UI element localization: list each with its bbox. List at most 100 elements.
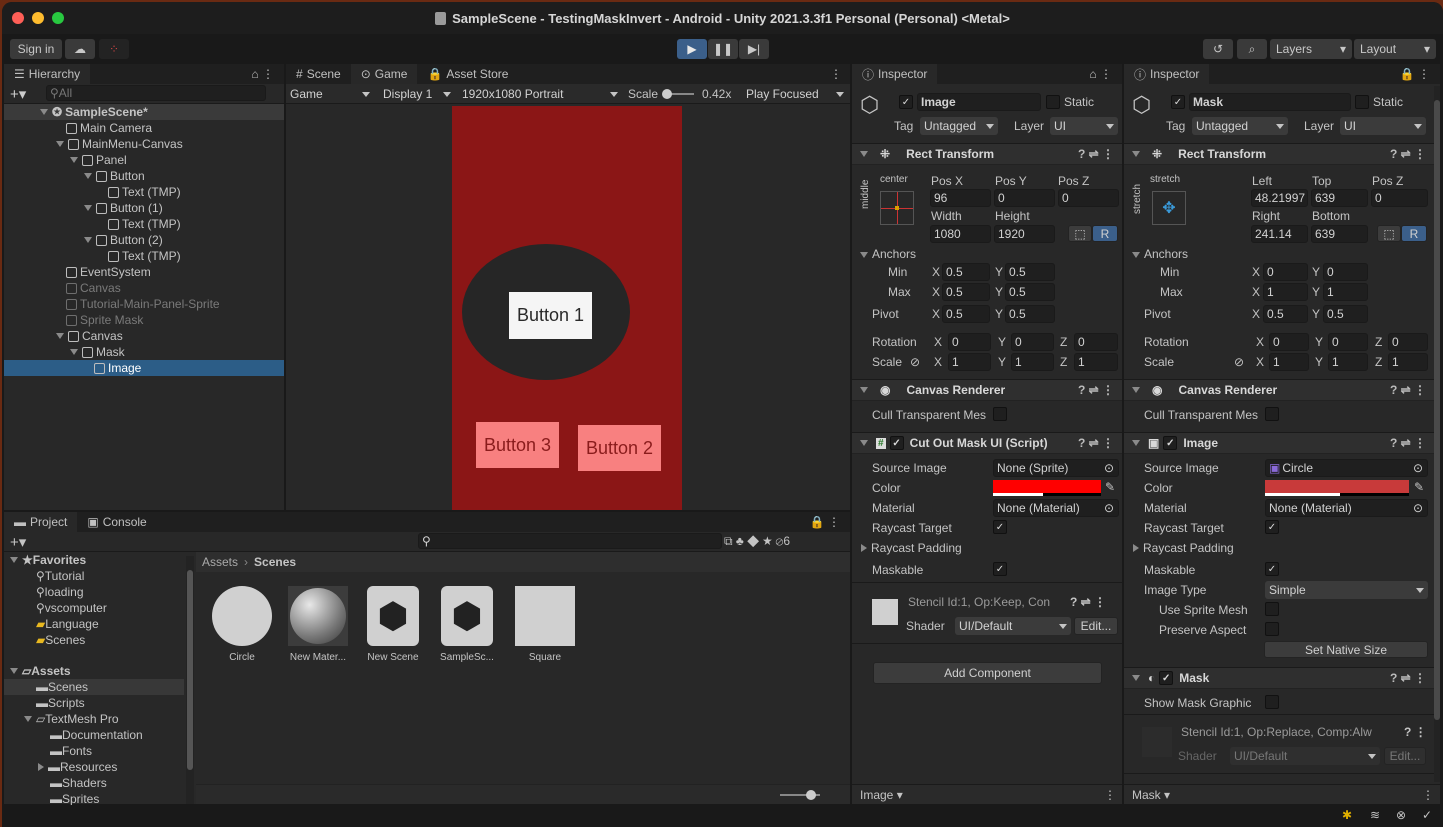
asset-circle[interactable]: Circle	[209, 586, 275, 663]
anchor-preset-button[interactable]	[880, 191, 914, 225]
play-mode-dropdown[interactable]: Play Focused	[742, 85, 848, 103]
scale-slider[interactable]	[662, 89, 694, 99]
hierarchy-search-input[interactable]: ⚲ All	[46, 85, 266, 101]
button-3[interactable]: Button 3	[476, 422, 559, 468]
lock-icon[interactable]: 🔒 ⋮	[810, 515, 840, 529]
assets-header[interactable]: ▱ Assets	[4, 663, 184, 679]
tree-item[interactable]: Text (TMP)	[4, 216, 284, 232]
more-icon[interactable]: ⋮	[1422, 788, 1434, 802]
component-enabled-checkbox[interactable]: ✓	[1163, 436, 1178, 450]
anchor-max-y-input[interactable]: 1	[1323, 283, 1368, 301]
eyedropper-icon[interactable]: ✎	[1414, 480, 1424, 494]
shader-dropdown[interactable]: UI/Default	[955, 617, 1071, 635]
tag-dropdown[interactable]: Untagged	[1192, 117, 1288, 135]
maskable-checkbox[interactable]: ✓	[993, 562, 1007, 576]
tree-item-disabled[interactable]: Tutorial-Main-Panel-Sprite	[4, 296, 284, 312]
scale-y-input[interactable]: 1	[1328, 353, 1368, 371]
image-component-header[interactable]: ▣ ✓ Image? ⇌ ⋮	[1124, 432, 1434, 454]
rotation-x-input[interactable]: 0	[1269, 333, 1309, 351]
folder-item[interactable]: ▬ Documentation	[4, 727, 184, 743]
raw-edit-button[interactable]: R	[1401, 225, 1427, 242]
rotation-x-input[interactable]: 0	[948, 333, 991, 351]
canvas-renderer-header[interactable]: ◉ Canvas Renderer? ⇌ ⋮	[852, 379, 1122, 401]
pivot-x-input[interactable]: 0.5	[942, 305, 990, 323]
history-icon[interactable]: ↺	[1203, 39, 1233, 59]
active-checkbox[interactable]: ✓	[1171, 95, 1185, 109]
tree-item[interactable]: MainMenu-Canvas	[4, 136, 284, 152]
folder-item[interactable]: ▬ Fonts	[4, 743, 184, 759]
folder-item[interactable]: ▬ Scripts	[4, 695, 184, 711]
pivot-x-input[interactable]: 0.5	[1263, 305, 1308, 323]
tab-game[interactable]: ⊙ Game	[350, 64, 418, 84]
tree-item-disabled[interactable]: Sprite Mask	[4, 312, 284, 328]
cloud-icon[interactable]: ☁	[65, 39, 95, 59]
left-input[interactable]: 48.21997	[1251, 189, 1308, 207]
constrain-proportions-icon[interactable]: ⊘	[910, 355, 920, 369]
inspector-scrollbar[interactable]	[1434, 86, 1440, 782]
top-input[interactable]: 639	[1311, 189, 1368, 207]
scale-x-input[interactable]: 1	[948, 353, 991, 371]
scale-x-input[interactable]: 1	[1269, 353, 1309, 371]
component-enabled-checkbox[interactable]: ✓	[889, 436, 904, 450]
tab-scene[interactable]: # Scene	[286, 64, 351, 84]
rotation-y-input[interactable]: 0	[1328, 333, 1368, 351]
debug-warning-icon[interactable]: ✱	[1342, 808, 1352, 822]
lock-icon[interactable]: ⌂ ⋮	[1089, 67, 1112, 81]
raycast-padding-foldout[interactable]: Raycast Padding	[1133, 541, 1234, 555]
cull-checkbox[interactable]	[993, 407, 1007, 421]
tab-asset-store[interactable]: 🔒 Asset Store	[417, 64, 518, 84]
favorite-item[interactable]: ⚲ Tutorial	[4, 568, 184, 584]
search-icon[interactable]: ⌕	[1237, 39, 1267, 59]
anchor-min-x-input[interactable]: 0	[1263, 263, 1308, 281]
asset-material[interactable]: New Mater...	[285, 586, 351, 663]
anchor-preset-button[interactable]: ✥	[1152, 191, 1186, 225]
shader-dropdown[interactable]: UI/Default	[1230, 747, 1380, 765]
status-check-icon[interactable]: ✓	[1422, 808, 1432, 822]
eyedropper-icon[interactable]: ✎	[1105, 480, 1115, 494]
static-checkbox[interactable]	[1355, 95, 1369, 109]
pos-x-input[interactable]: 96	[930, 189, 991, 207]
anchor-max-x-input[interactable]: 0.5	[942, 283, 990, 301]
anchor-max-x-input[interactable]: 1	[1263, 283, 1308, 301]
static-checkbox[interactable]	[1046, 95, 1060, 109]
cull-checkbox[interactable]	[1265, 407, 1279, 421]
maximize-window-button[interactable]	[52, 12, 64, 24]
anchor-min-x-input[interactable]: 0.5	[942, 263, 990, 281]
tree-scrollbar[interactable]	[186, 556, 194, 804]
game-mode-dropdown[interactable]: Game	[286, 85, 374, 103]
tab-console[interactable]: ▣ Console	[77, 512, 156, 532]
sign-in-button[interactable]: Sign in	[10, 39, 62, 59]
preview-dropdown[interactable]: Mask ▾	[1132, 788, 1170, 802]
add-icon[interactable]: +▾	[10, 533, 26, 551]
raycast-checkbox[interactable]: ✓	[1265, 520, 1279, 534]
pos-z-input[interactable]: 0	[1058, 189, 1119, 207]
tree-item[interactable]: EventSystem	[4, 264, 284, 280]
tab-inspector[interactable]: ⓘ Inspector	[852, 64, 938, 84]
layout-dropdown[interactable]: Layout ▾	[1354, 39, 1436, 59]
favorite-item[interactable]: ⚲ loading	[4, 584, 184, 600]
anchors-foldout[interactable]: Anchors	[1132, 247, 1188, 261]
scale-z-input[interactable]: 1	[1074, 353, 1118, 371]
layer-dropdown[interactable]: UI	[1050, 117, 1118, 135]
rotation-z-input[interactable]: 0	[1388, 333, 1428, 351]
folder-item[interactable]: ▱ TextMesh Pro	[4, 711, 184, 727]
display-dropdown[interactable]: Display 1	[379, 85, 455, 103]
pos-z-input[interactable]: 0	[1371, 189, 1428, 207]
tree-item[interactable]: Button	[4, 168, 284, 184]
tree-item[interactable]: Mask	[4, 344, 284, 360]
anchor-min-y-input[interactable]: 0.5	[1005, 263, 1055, 281]
add-component-button[interactable]: Add Component	[873, 662, 1102, 684]
tree-item[interactable]: Button (2)	[4, 232, 284, 248]
mask-component-header[interactable]: ◐ ✓ Mask? ⇌ ⋮	[1124, 667, 1434, 689]
source-image-field[interactable]: None (Sprite) ⊙	[993, 459, 1119, 477]
name-input[interactable]: Image	[917, 93, 1041, 111]
material-header-icons[interactable]: ? ⋮	[1404, 725, 1427, 739]
project-search-input[interactable]: ⚲	[418, 533, 722, 549]
canvas-renderer-header[interactable]: ◉ Canvas Renderer? ⇌ ⋮	[1124, 379, 1434, 401]
color-swatch[interactable]	[1265, 480, 1409, 496]
favorite-item[interactable]: ⚲ vscomputer	[4, 600, 184, 616]
right-input[interactable]: 241.14	[1251, 225, 1308, 243]
more-icon[interactable]: ⋮	[1104, 788, 1116, 802]
tree-item[interactable]: Panel	[4, 152, 284, 168]
close-window-button[interactable]	[12, 12, 24, 24]
